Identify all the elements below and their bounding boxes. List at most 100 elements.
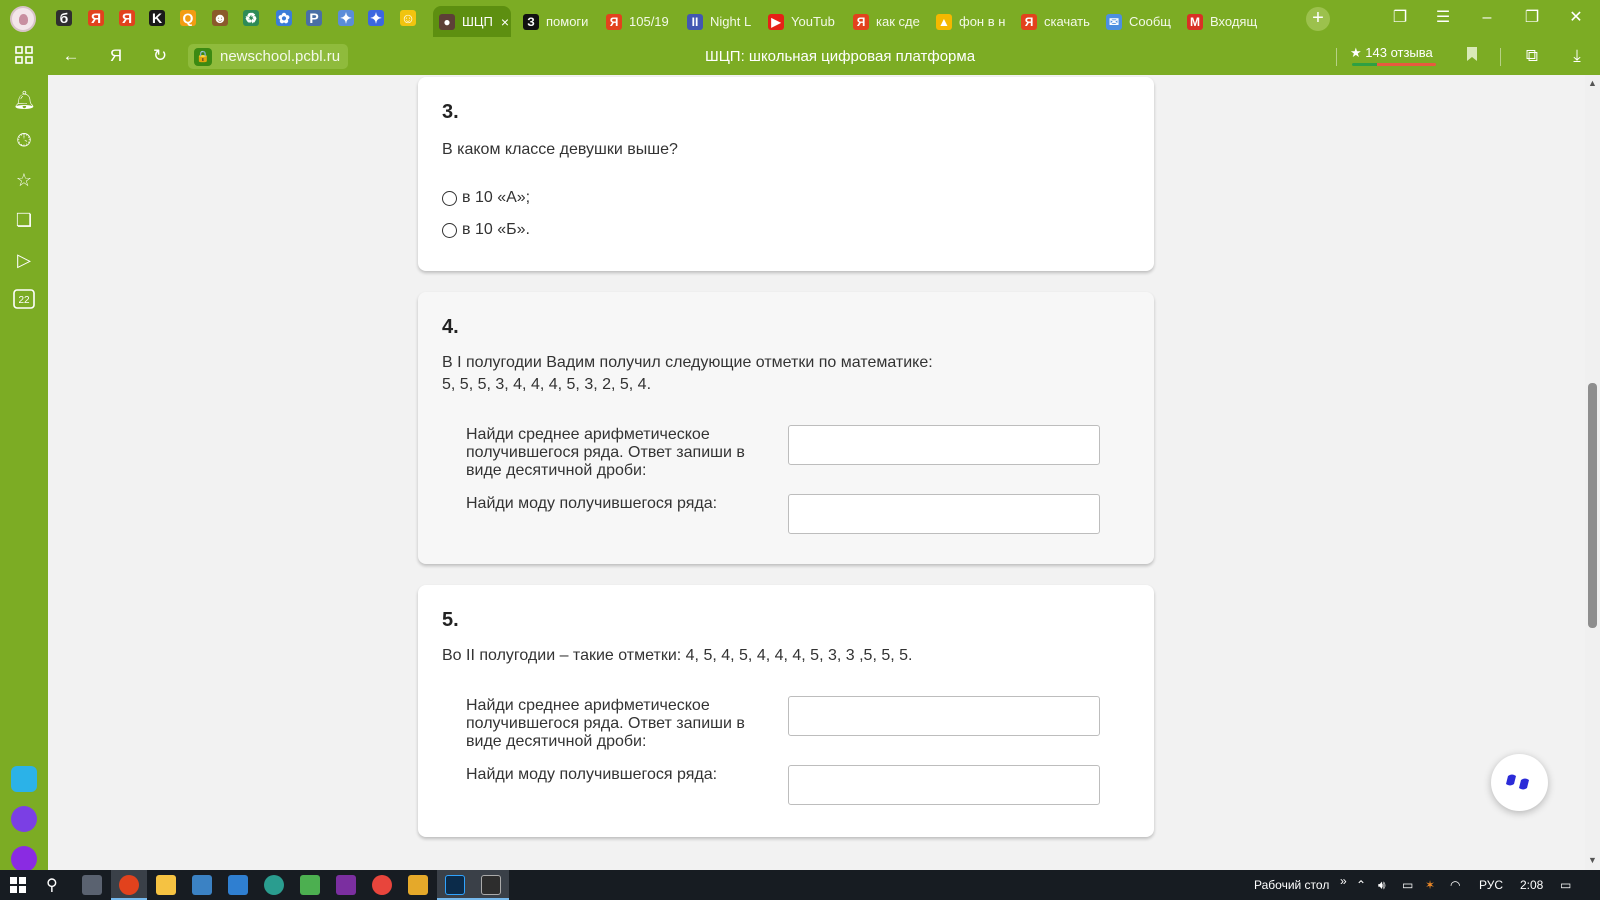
pinned-tab-icon[interactable]: ☺: [400, 10, 416, 26]
tab-favicon-icon: Я: [606, 13, 622, 30]
app-icon[interactable]: [481, 875, 501, 895]
calendar-icon[interactable]: 22: [13, 289, 35, 311]
toolbar-chevron[interactable]: »: [1340, 874, 1347, 888]
language-indicator[interactable]: РУС: [1479, 878, 1503, 892]
restore-icon[interactable]: ❐: [1522, 8, 1542, 28]
battery-icon[interactable]: ▭: [1402, 878, 1413, 892]
option-label: в 10 «А»;: [462, 189, 531, 206]
chrome-icon[interactable]: [372, 875, 392, 895]
answer-option-b[interactable]: в 10 «Б».: [442, 221, 530, 239]
assistant-app-icon[interactable]: [11, 846, 37, 872]
alice-app-icon[interactable]: [11, 806, 37, 832]
mean-answer-input[interactable]: [788, 425, 1100, 465]
collections-icon[interactable]: ❏: [13, 209, 35, 231]
radio-button[interactable]: [442, 190, 457, 206]
extensions-icon[interactable]: ⧉: [1522, 46, 1542, 66]
reviews-badge[interactable]: ★ 143 отзыва: [1350, 45, 1433, 61]
reviews-rating-bar: [1352, 63, 1436, 66]
windows-start-icon[interactable]: [10, 877, 26, 898]
lock-icon: 🔒: [194, 47, 212, 66]
pinned-tab-icon[interactable]: ✿: [276, 10, 292, 26]
mode-answer-input[interactable]: [788, 494, 1100, 534]
sidebar-grid-icon[interactable]: [13, 49, 35, 71]
window-close-icon[interactable]: ✕: [1566, 8, 1586, 28]
clock[interactable]: 2:08: [1520, 878, 1543, 892]
answer-option-a[interactable]: в 10 «А»;: [442, 189, 530, 207]
reload-icon[interactable]: ↻: [150, 46, 170, 66]
show-hidden-icons-chevron-icon[interactable]: ⌃: [1356, 878, 1366, 892]
pinned-tab-icon[interactable]: Q: [180, 10, 196, 26]
mean-answer-input[interactable]: [788, 696, 1100, 736]
onenote-icon[interactable]: [336, 875, 356, 895]
messenger-app-icon[interactable]: [11, 766, 37, 792]
browser-tab[interactable]: II Night L: [681, 6, 756, 37]
radio-button[interactable]: [442, 222, 457, 238]
browser-tab[interactable]: Зпомоги: [517, 6, 594, 37]
pinned-tab-icon[interactable]: ✦: [338, 10, 354, 26]
windows-taskbar: ⚲ Рабочий стол » ⌃ 🔊︎ ▭ ✶ ◠ РУС 2:08 ▭: [0, 870, 1600, 900]
pinned-tab-icon[interactable]: ♻: [243, 10, 259, 26]
tab-label: YouTub: [791, 14, 835, 29]
browser-tab[interactable]: ✉ Сообщ: [1100, 6, 1175, 37]
question-text: В каком классе девушки выше?: [442, 141, 678, 158]
back-arrow-icon[interactable]: ←: [61, 46, 81, 66]
tab-favicon-icon: M: [1187, 13, 1203, 30]
tab-close-icon[interactable]: ×: [501, 14, 509, 30]
pinned-tab-icon[interactable]: б: [56, 10, 72, 26]
mail-icon[interactable]: [228, 875, 248, 895]
app-icon[interactable]: [264, 875, 284, 895]
pinned-tab-icon[interactable]: ☻: [212, 10, 228, 26]
pinned-tab-icon[interactable]: P: [306, 10, 322, 26]
scrollbar-thumb[interactable]: [1588, 383, 1597, 628]
browser-tab[interactable]: Яскачать: [1015, 6, 1094, 37]
browser-tab[interactable]: ▶ YouTub: [762, 6, 841, 37]
browser-tab-strip: б Я Я K Q ☻ ♻ ✿ P ✦ ✦ ☺ ● ШЦП × Зпомоги Я 105/19 II Night L…: [0, 0, 1600, 37]
page-scrollbar[interactable]: ▲ ▼: [1585, 75, 1600, 870]
search-icon[interactable]: ⚲: [46, 875, 58, 895]
photoshop-icon[interactable]: [445, 875, 465, 895]
tab-label: Входящ: [1210, 14, 1258, 29]
collections-icon[interactable]: ❐: [1390, 8, 1410, 28]
scroll-down-arrow-icon[interactable]: ▼: [1588, 855, 1597, 865]
browser-tab[interactable]: Якак сде: [847, 6, 924, 37]
file-explorer-icon[interactable]: [156, 875, 176, 895]
app-tray-icon[interactable]: ✶: [1425, 878, 1435, 892]
task-view-icon[interactable]: [82, 875, 102, 895]
browser-tab[interactable]: Я 105/19: [600, 6, 675, 37]
pinned-tab-icon[interactable]: Я: [88, 10, 104, 26]
wifi-icon[interactable]: ◠: [1450, 878, 1460, 892]
app-icon[interactable]: [408, 875, 428, 895]
tab-favicon-icon: ▶: [768, 13, 784, 30]
minimize-icon[interactable]: –: [1477, 8, 1497, 28]
support-chat-button[interactable]: [1491, 754, 1548, 811]
download-icon[interactable]: ⤓: [1567, 46, 1587, 66]
browser-sidebar: 🔔︎ 🕓︎ ☆ ❏ ▷ 22: [0, 75, 48, 872]
notifications-icon[interactable]: ▭: [1560, 878, 1571, 892]
store-icon[interactable]: [192, 875, 212, 895]
browser-tab[interactable]: M Входящ: [1181, 6, 1259, 37]
favorites-star-icon[interactable]: ☆: [13, 169, 35, 191]
browser-tab[interactable]: ▲ фон в н: [930, 6, 1009, 37]
notifications-bell-icon[interactable]: 🔔︎: [13, 89, 36, 111]
volume-icon[interactable]: 🔊︎: [1378, 878, 1386, 893]
history-clock-icon[interactable]: 🕓︎: [13, 129, 35, 151]
pinned-tab-icon[interactable]: ✦: [368, 10, 384, 26]
desktop-toolbar-label[interactable]: Рабочий стол: [1254, 878, 1329, 892]
scroll-up-arrow-icon[interactable]: ▲: [1588, 78, 1597, 88]
tab-active[interactable]: ● ШЦП ×: [433, 6, 511, 37]
yandex-icon[interactable]: Я: [106, 46, 126, 66]
bookmark-icon[interactable]: [1462, 46, 1482, 66]
minecraft-icon[interactable]: [300, 875, 320, 895]
url-pill[interactable]: 🔒 newschool.pcbl.ru: [188, 44, 349, 69]
menu-icon[interactable]: ☰: [1433, 8, 1453, 28]
question-card-5: 5. Во II полугодии – такие отметки: 4, 5…: [418, 585, 1154, 837]
new-tab-button[interactable]: +: [1306, 7, 1330, 31]
mode-answer-input[interactable]: [788, 765, 1100, 805]
pinned-tab-icon[interactable]: K: [149, 10, 165, 26]
pinned-tab-icon[interactable]: Я: [119, 10, 135, 26]
yandex-browser-icon[interactable]: [119, 875, 139, 895]
option-label: в 10 «Б».: [462, 221, 530, 238]
tab-label: 105/19: [629, 14, 669, 29]
browser-profile-icon[interactable]: [10, 6, 36, 32]
video-play-icon[interactable]: ▷: [13, 249, 35, 271]
